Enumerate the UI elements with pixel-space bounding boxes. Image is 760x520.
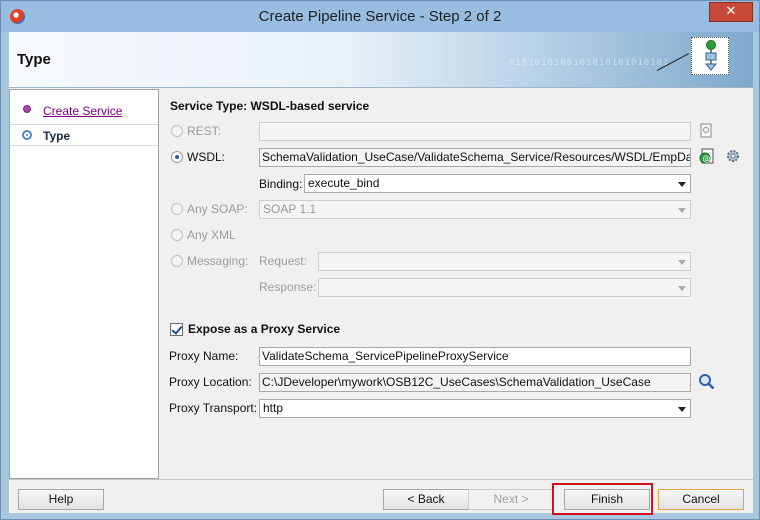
header-binary-decoration: 0101010100101010101010101 xyxy=(509,58,670,68)
section-title-service-type: Service Type: WSDL-based service xyxy=(170,99,370,113)
proxy-transport-value: http xyxy=(263,401,284,415)
step-complete-icon xyxy=(23,105,31,113)
nav-step-label: Create Service xyxy=(43,104,123,118)
radio-label: Any XML xyxy=(187,228,236,242)
response-label: Response: xyxy=(259,280,317,294)
dialog-client-area: Type 0101010100101010101010101 Create Se… xyxy=(9,32,753,515)
proxy-transport-select[interactable]: http xyxy=(259,399,691,418)
dialog-window: Create Pipeline Service - Step 2 of 2 ✕ … xyxy=(0,0,760,520)
chevron-down-icon xyxy=(678,260,686,265)
title-bar[interactable]: Create Pipeline Service - Step 2 of 2 ✕ xyxy=(1,1,759,32)
radio-any-soap[interactable]: Any SOAP: xyxy=(171,201,256,219)
binding-label: Binding: xyxy=(259,177,303,191)
response-select[interactable] xyxy=(318,278,691,297)
soap-version-value: SOAP 1.1 xyxy=(263,202,317,216)
finish-highlight-box xyxy=(552,483,653,515)
expose-proxy-checkbox[interactable] xyxy=(170,323,183,336)
rest-field[interactable] xyxy=(259,122,691,141)
window-title: Create Pipeline Service - Step 2 of 2 xyxy=(258,8,502,25)
search-icon[interactable] xyxy=(698,373,716,391)
browse-wsdl-icon[interactable]: @ xyxy=(698,148,716,166)
wsdl-field[interactable]: SchemaValidation_UseCase/ValidateSchema_… xyxy=(259,148,691,167)
radio-label: Any SOAP: xyxy=(187,202,248,216)
chevron-down-icon xyxy=(678,208,686,213)
proxy-location-input[interactable]: C:\JDeveloper\mywork\OSB12C_UseCases\Sch… xyxy=(259,373,691,392)
nav-step-create-service[interactable]: Create Service xyxy=(10,100,158,122)
help-button[interactable]: Help xyxy=(18,489,104,510)
radio-messaging[interactable]: Messaging: xyxy=(171,253,256,271)
radio-rest[interactable]: REST: xyxy=(171,123,251,141)
soap-version-select[interactable]: SOAP 1.1 xyxy=(259,200,691,219)
proxy-transport-label: Proxy Transport: xyxy=(169,401,258,415)
wizard-graphic-icon xyxy=(691,37,729,75)
radio-any-xml[interactable]: Any XML xyxy=(171,227,251,245)
radio-button[interactable] xyxy=(171,203,183,215)
wizard-steps-panel: Create Service Type xyxy=(9,89,159,479)
service-type-panel: Service Type: WSDL-based service REST: W… xyxy=(160,89,753,479)
radio-label: REST: xyxy=(187,124,222,138)
radio-button[interactable] xyxy=(171,229,183,241)
binding-value: execute_bind xyxy=(308,176,380,190)
step-current-icon xyxy=(22,130,32,140)
window-close-button[interactable]: ✕ xyxy=(709,2,753,22)
step-title: Type xyxy=(17,51,51,68)
nav-step-type[interactable]: Type xyxy=(10,124,158,146)
radio-button[interactable] xyxy=(171,255,183,267)
gear-icon[interactable] xyxy=(725,148,743,166)
cancel-button[interactable]: Cancel xyxy=(658,489,744,510)
step-header: Type 0101010100101010101010101 xyxy=(9,32,753,88)
request-select[interactable] xyxy=(318,252,691,271)
proxy-name-label: Proxy Name: xyxy=(169,349,239,363)
radio-button[interactable] xyxy=(171,125,183,137)
nav-step-label: Type xyxy=(43,129,71,143)
request-label: Request: xyxy=(259,254,308,268)
radio-button[interactable] xyxy=(171,151,183,163)
chevron-down-icon xyxy=(678,182,686,187)
radio-label: Messaging: xyxy=(187,254,249,268)
dialog-footer: Help < Back Next > Finish Cancel xyxy=(9,479,753,515)
proxy-name-input[interactable]: ValidateSchema_ServicePipelineProxyServi… xyxy=(259,347,691,366)
chevron-down-icon xyxy=(678,407,686,412)
chevron-down-icon xyxy=(678,286,686,291)
next-button[interactable]: Next > xyxy=(468,489,554,510)
radio-label: WSDL: xyxy=(187,150,226,164)
expose-proxy-label: Expose as a Proxy Service xyxy=(188,322,341,336)
binding-select[interactable]: execute_bind xyxy=(304,174,691,193)
svg-text:@: @ xyxy=(703,154,711,163)
radio-wsdl[interactable]: WSDL: xyxy=(171,149,251,167)
proxy-location-label: Proxy Location: xyxy=(169,375,252,389)
browse-resource-icon[interactable] xyxy=(698,123,716,141)
back-button[interactable]: < Back xyxy=(383,489,469,510)
